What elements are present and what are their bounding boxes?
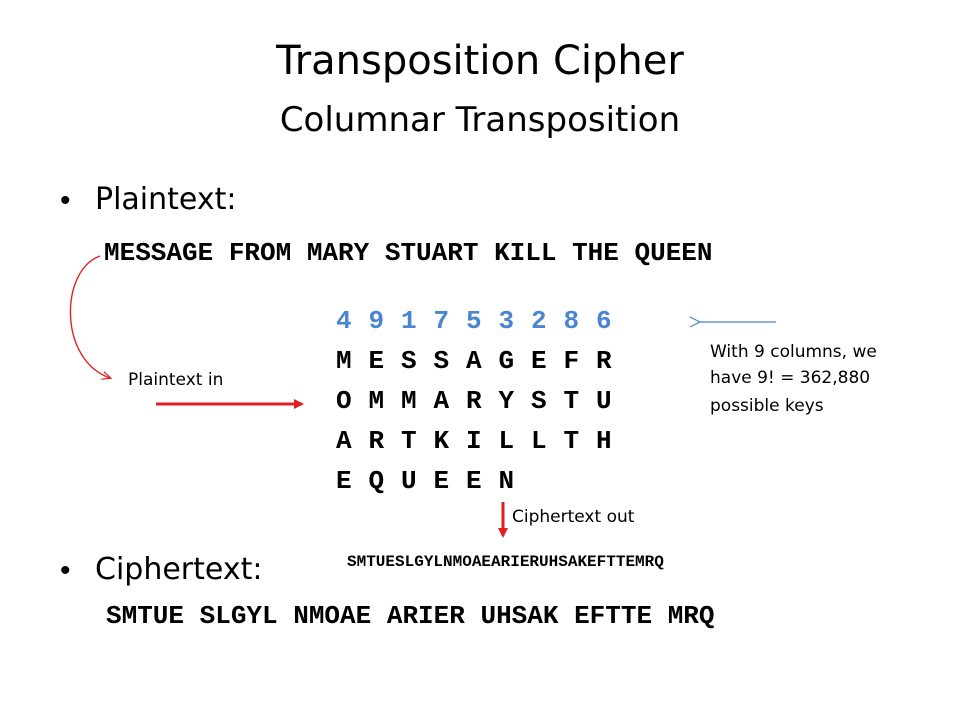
curved-arrow bbox=[69, 255, 110, 378]
arrows-overlay bbox=[69, 255, 776, 538]
